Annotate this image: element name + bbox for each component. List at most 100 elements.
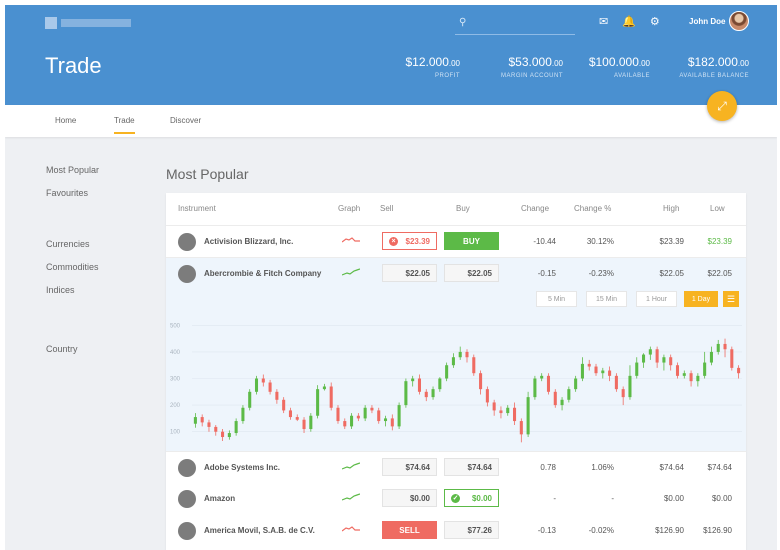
sell-price-button[interactable]: $0.00 (382, 489, 437, 507)
check-icon: ✓ (451, 493, 460, 503)
candle-down (329, 386, 333, 408)
sidebar-item-indices[interactable]: Indices (46, 285, 75, 295)
candle-down (200, 417, 204, 423)
candle-up (309, 415, 313, 430)
table-row[interactable]: Adobe Systems Inc. $74.64 $74.64 0.78 1.… (166, 451, 746, 483)
timeframe-15min[interactable]: 15 Min (586, 291, 627, 307)
column-header-buy[interactable]: Buy (456, 204, 470, 213)
timeframe-1hour[interactable]: 1 Hour (636, 291, 677, 307)
instrument-logo (178, 265, 196, 283)
search-box[interactable]: ⚲ (455, 13, 575, 35)
user-name[interactable]: John Doe (689, 17, 725, 26)
stat-value: $53.000 (508, 55, 552, 69)
high-value: $22.05 (659, 269, 684, 278)
candle-up (241, 407, 245, 422)
candle-down (730, 349, 734, 368)
candle-down (370, 407, 374, 411)
sidebar-item-currencies[interactable]: Currencies (46, 239, 90, 249)
candle-down (343, 421, 347, 427)
stat-value: $182.000 (687, 55, 738, 69)
candle-down (594, 366, 598, 374)
timeframe-1day[interactable]: 1 Day (684, 291, 718, 307)
buy-price-button[interactable]: $22.05 (444, 264, 499, 282)
candle-down (336, 407, 340, 422)
table-row[interactable]: Amazon $0.00 ✓ $0.00 - - $0.00 $0.00 (166, 483, 746, 515)
candle-up (438, 378, 442, 390)
top-header: ⚲ ✉ 🔔 ⚙ John Doe Trade $12.000.00 PROFIT… (5, 5, 777, 105)
sidebar-item-most-popular[interactable]: Most Popular (46, 165, 99, 175)
y-tick-label: 300 (170, 377, 181, 383)
sidebar-item-favourites[interactable]: Favourites (46, 188, 88, 198)
nav-bar: Home Trade Discover (5, 105, 777, 137)
candle-down (479, 373, 483, 390)
candle-up (322, 386, 326, 390)
candle-up (506, 407, 510, 414)
tab-home[interactable]: Home (55, 116, 76, 125)
column-header-low[interactable]: Low (710, 204, 725, 213)
stat-cents: .00 (737, 59, 749, 68)
buy-price-button[interactable]: ✓ $0.00 (444, 489, 499, 507)
candle-up (234, 421, 238, 434)
sparkline-down (342, 237, 360, 243)
sell-price-button[interactable]: $74.64 (382, 458, 437, 476)
tab-trade[interactable]: Trade (114, 116, 135, 134)
candle-up (635, 362, 639, 376)
candle-up (560, 399, 564, 406)
tab-discover[interactable]: Discover (170, 116, 201, 125)
sidebar-item-country[interactable]: Country (46, 344, 78, 354)
column-header-sell[interactable]: Sell (380, 204, 393, 213)
candle-down (621, 389, 625, 398)
low-value: $126.90 (703, 526, 732, 535)
sell-price-button[interactable]: $22.05 (382, 264, 437, 282)
column-header-high[interactable]: High (663, 204, 679, 213)
brand-logo[interactable] (45, 17, 131, 29)
candle-down (519, 421, 523, 435)
buy-price-button[interactable]: $77.26 (444, 521, 499, 539)
candle-up (567, 389, 571, 400)
candle-up (540, 375, 544, 379)
search-input[interactable] (473, 15, 573, 33)
instrument-name: America Movil, S.A.B. de C.V. (204, 526, 315, 535)
timeframe-5min[interactable]: 5 Min (536, 291, 577, 307)
stat-label: AVAILABLE (614, 73, 650, 79)
candle-down (268, 382, 272, 392)
candle-down (282, 399, 286, 411)
stat-cents: .00 (638, 59, 650, 68)
candle-up (316, 389, 320, 416)
candle-down (261, 378, 265, 383)
buy-button[interactable]: BUY (444, 232, 499, 250)
low-value: $23.39 (707, 237, 732, 246)
stat-value: $100.000 (588, 55, 639, 69)
gear-icon[interactable]: ⚙ (650, 15, 660, 28)
instrument-logo (178, 233, 196, 251)
column-header-change-pct[interactable]: Change % (574, 204, 611, 213)
candle-up (445, 365, 449, 379)
chart-menu-button[interactable]: ☰ (723, 291, 739, 307)
candle-up (431, 389, 435, 398)
candle-down (553, 391, 557, 406)
sell-button[interactable]: SELL (382, 521, 437, 539)
candle-up (662, 357, 666, 363)
user-avatar[interactable] (729, 11, 749, 31)
candlestick-chart[interactable]: 500 400 300 200 100 (166, 314, 746, 451)
candle-down (587, 363, 591, 367)
expand-button[interactable]: ⤢ (707, 91, 737, 121)
table-row[interactable]: Activision Blizzard, Inc. × $23.39 BUY -1… (166, 225, 746, 257)
candle-down (295, 417, 299, 420)
mail-icon[interactable]: ✉ (599, 15, 608, 28)
column-header-instrument[interactable]: Instrument (178, 204, 216, 213)
sidebar-item-commodities[interactable]: Commodities (46, 262, 99, 272)
candle-down (377, 410, 381, 422)
bell-icon[interactable]: 🔔 (622, 15, 636, 28)
sparkline-up (342, 493, 360, 501)
instrument-name: Abercrombie & Fitch Company (204, 269, 322, 278)
column-header-change[interactable]: Change (521, 204, 549, 213)
column-header-graph[interactable]: Graph (338, 204, 360, 213)
buy-price: $0.00 (471, 493, 492, 503)
sparkline-up (342, 268, 360, 276)
table-row[interactable]: America Movil, S.A.B. de C.V. SELL $77.2… (166, 515, 746, 547)
buy-price-button[interactable]: $74.64 (444, 458, 499, 476)
candle-down (492, 402, 496, 411)
change-pct-value: -0.23% (588, 269, 614, 278)
sell-price-button[interactable]: × $23.39 (382, 232, 437, 250)
